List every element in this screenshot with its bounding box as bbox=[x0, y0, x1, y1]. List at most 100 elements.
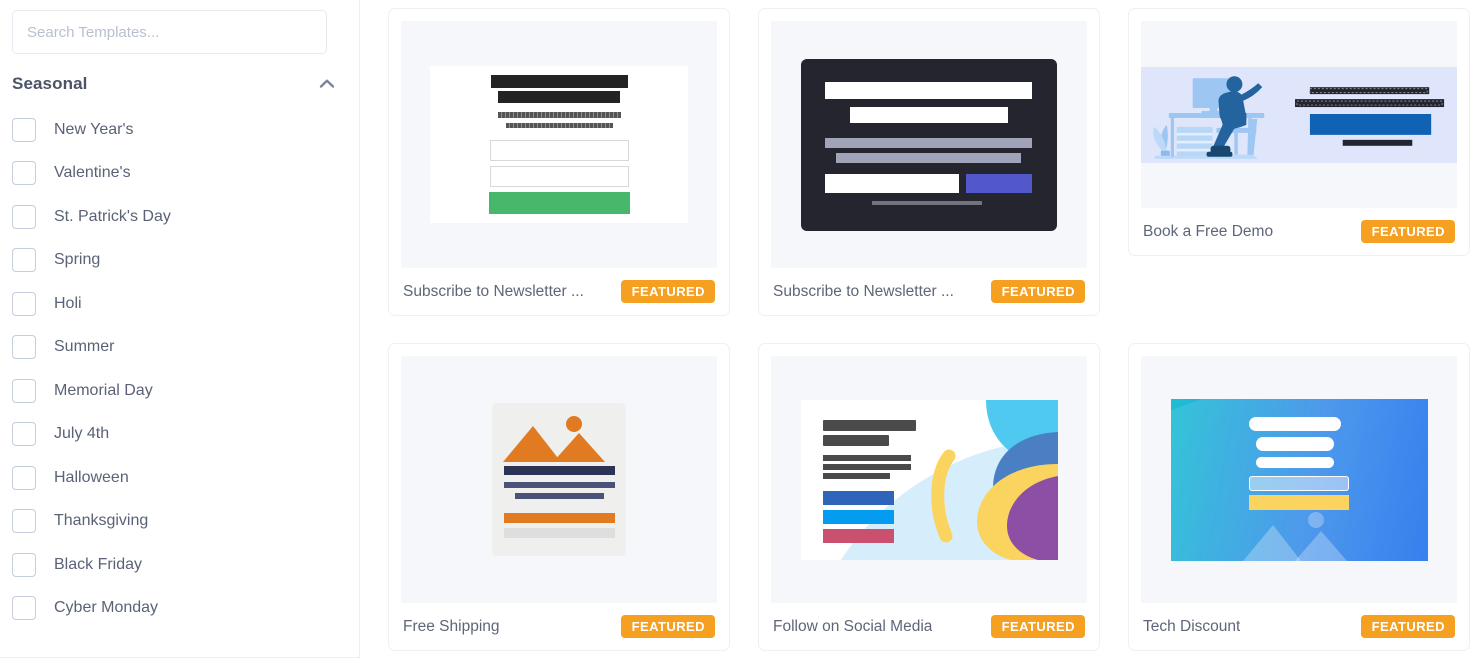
filter-item[interactable]: Spring bbox=[12, 239, 359, 283]
filter-checkbox[interactable] bbox=[12, 335, 36, 360]
filter-checkbox[interactable] bbox=[12, 422, 36, 447]
template-card-footer: Subscribe to Newsletter ... FEATURED bbox=[401, 268, 717, 315]
template-card-footer: Subscribe to Newsletter ... FEATURED bbox=[771, 268, 1087, 315]
template-card-footer: Tech Discount FEATURED bbox=[1141, 603, 1457, 650]
preview-text-line bbox=[822, 463, 911, 470]
filter-checkbox[interactable] bbox=[12, 465, 36, 490]
template-card-footer: Free Shipping FEATURED bbox=[401, 603, 717, 650]
filter-checkbox[interactable] bbox=[12, 509, 36, 534]
filter-item[interactable]: Memorial Day bbox=[12, 369, 359, 413]
preview-text-line bbox=[497, 112, 621, 118]
preview-text-line bbox=[822, 472, 890, 479]
blue-gradient-banner-preview bbox=[1170, 398, 1428, 561]
preview-submit-button bbox=[1248, 494, 1349, 510]
filter-checkbox[interactable] bbox=[12, 596, 36, 621]
preview-submit-button bbox=[488, 192, 630, 214]
filter-checkbox[interactable] bbox=[12, 204, 36, 229]
filter-item[interactable]: Cyber Monday bbox=[12, 587, 359, 631]
filter-item[interactable]: Thanksgiving bbox=[12, 500, 359, 544]
featured-badge: FEATURED bbox=[620, 280, 715, 303]
social-shapes-banner-preview bbox=[800, 399, 1058, 560]
filter-checkbox[interactable] bbox=[12, 161, 36, 186]
preview-social-button-instagram bbox=[822, 528, 894, 543]
preview-footer-bar bbox=[504, 528, 615, 538]
template-card[interactable]: Book a Free Demo FEATURED bbox=[1128, 8, 1470, 256]
preview-text-line bbox=[505, 123, 613, 128]
template-thumbnail bbox=[1141, 21, 1457, 208]
filter-item[interactable]: Holi bbox=[12, 282, 359, 326]
preview-button-bar bbox=[504, 513, 615, 523]
template-card[interactable]: Subscribe to Newsletter ... FEATURED bbox=[758, 8, 1100, 316]
template-thumbnail bbox=[771, 21, 1087, 268]
filter-item[interactable]: New Year's bbox=[12, 108, 359, 152]
filter-item-label: St. Patrick's Day bbox=[54, 207, 171, 225]
filter-list: New Year's Valentine's St. Patrick's Day Sp… bbox=[0, 108, 359, 630]
filter-item[interactable]: July 4th bbox=[12, 413, 359, 457]
template-title: Subscribe to Newsletter ... bbox=[773, 282, 954, 300]
filter-checkbox[interactable] bbox=[12, 117, 36, 142]
template-gallery-page: Seasonal New Year's Valentine's St. Patric… bbox=[0, 0, 1480, 658]
filter-item-label: Black Friday bbox=[54, 555, 143, 573]
preview-social-button-twitter bbox=[822, 509, 894, 524]
template-title: Book a Free Demo bbox=[1143, 222, 1274, 240]
template-card[interactable]: Tech Discount FEATURED bbox=[1128, 343, 1470, 651]
filter-checkbox[interactable] bbox=[12, 291, 36, 316]
filter-checkbox[interactable] bbox=[12, 248, 36, 273]
filter-item-label: Memorial Day bbox=[54, 381, 153, 399]
preview-text-line bbox=[515, 493, 604, 499]
filter-checkbox[interactable] bbox=[12, 552, 36, 577]
templates-main: Subscribe to Newsletter ... FEATURED Sub… bbox=[360, 0, 1480, 658]
template-card[interactable]: Subscribe to Newsletter ... FEATURED bbox=[388, 8, 730, 316]
template-title: Follow on Social Media bbox=[773, 617, 933, 635]
preview-input-field bbox=[1248, 475, 1349, 491]
filter-group-header-seasonal[interactable]: Seasonal bbox=[0, 54, 359, 108]
filter-item-label: Spring bbox=[54, 251, 101, 269]
filter-item-label: Halloween bbox=[54, 468, 129, 486]
featured-badge: FEATURED bbox=[620, 615, 715, 638]
search-container bbox=[0, 0, 359, 54]
filter-item[interactable]: Summer bbox=[12, 326, 359, 370]
template-thumbnail bbox=[401, 21, 717, 268]
dark-newsletter-form-preview bbox=[801, 58, 1057, 231]
filter-item-label: New Year's bbox=[54, 120, 134, 138]
template-thumbnail bbox=[401, 356, 717, 603]
filter-item-label: Holi bbox=[54, 294, 82, 312]
image-placeholder-icon bbox=[503, 416, 605, 462]
preview-subheading-bar bbox=[850, 106, 1008, 123]
light-newsletter-form-preview bbox=[430, 66, 688, 223]
template-thumbnail bbox=[1141, 356, 1457, 603]
preview-input-field bbox=[489, 166, 629, 187]
filter-group-title: Seasonal bbox=[12, 74, 88, 93]
filter-item-label: Thanksgiving bbox=[54, 512, 149, 530]
preview-text-line bbox=[504, 482, 615, 488]
image-placeholder-card-preview bbox=[492, 403, 626, 556]
filter-checkbox[interactable] bbox=[12, 378, 36, 403]
template-card[interactable]: Free Shipping FEATURED bbox=[388, 343, 730, 651]
preview-social-button-facebook bbox=[822, 490, 894, 505]
template-title: Tech Discount bbox=[1143, 617, 1241, 635]
preview-text-line bbox=[822, 454, 911, 461]
preview-submit-button bbox=[966, 173, 1032, 193]
featured-badge: FEATURED bbox=[1360, 220, 1455, 243]
preview-heading-bar bbox=[504, 466, 615, 475]
desk-person-icon bbox=[1153, 75, 1445, 159]
filter-item[interactable]: St. Patrick's Day bbox=[12, 195, 359, 239]
template-title: Free Shipping bbox=[403, 617, 500, 635]
featured-badge: FEATURED bbox=[1360, 615, 1455, 638]
preview-footer-line bbox=[872, 200, 982, 205]
featured-badge: FEATURED bbox=[990, 615, 1085, 638]
template-card[interactable]: Follow on Social Media FEATURED bbox=[758, 343, 1100, 651]
preview-subheading-bar bbox=[498, 91, 620, 103]
preview-text-line bbox=[836, 152, 1021, 163]
filter-item[interactable]: Valentine's bbox=[12, 152, 359, 196]
template-title: Subscribe to Newsletter ... bbox=[403, 282, 584, 300]
filter-item-label: Valentine's bbox=[54, 164, 131, 182]
search-input[interactable] bbox=[12, 10, 327, 54]
preview-input-field bbox=[489, 140, 629, 161]
filter-item-label: Summer bbox=[54, 338, 115, 356]
chevron-up-icon[interactable] bbox=[317, 74, 337, 94]
filter-item[interactable]: Black Friday bbox=[12, 543, 359, 587]
filter-item[interactable]: Halloween bbox=[12, 456, 359, 500]
image-placeholder-icon bbox=[1242, 511, 1347, 561]
featured-badge: FEATURED bbox=[990, 280, 1085, 303]
